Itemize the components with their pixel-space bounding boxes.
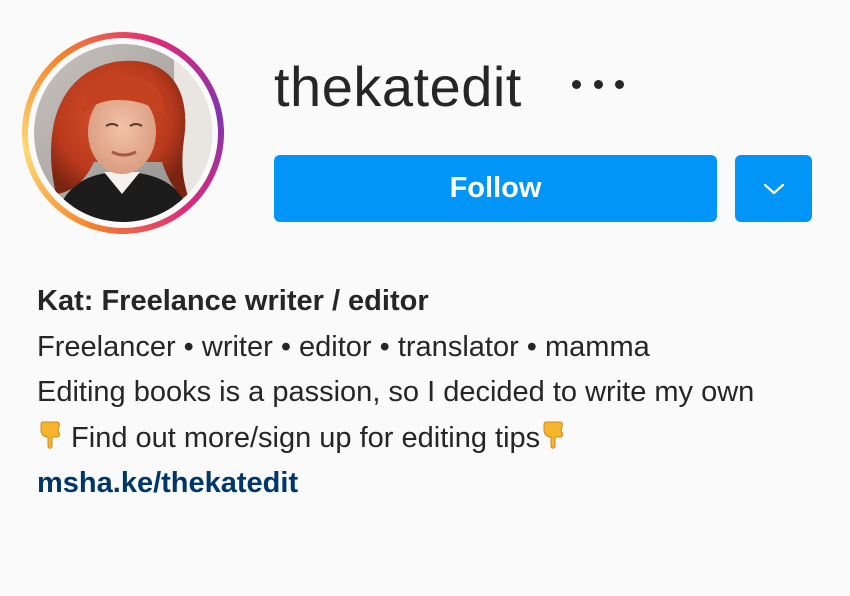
profile-bio: Kat: Freelance writer / editor Freelance… [37, 279, 827, 507]
bio-line: Editing books is a passion, so I decided… [37, 376, 755, 408]
suggested-accounts-dropdown-button[interactable] [735, 155, 812, 222]
follow-button[interactable]: Follow [274, 155, 717, 222]
bio-website-link[interactable]: msha.ke/thekatedit [37, 467, 298, 499]
chevron-down-icon [763, 183, 784, 194]
follow-button-label: Follow [449, 172, 542, 204]
bio-cta-text: Find out more/sign up for editing tips [63, 421, 541, 454]
profile-username: thekatedit [274, 55, 522, 118]
avatar[interactable] [34, 44, 212, 222]
avatar-story-ring[interactable] [22, 32, 224, 234]
pointing-down-emoji-icon [543, 421, 564, 449]
bio-line-cta: Find out more/sign up for editing tips [37, 416, 827, 462]
more-dot [615, 79, 624, 89]
avatar-border [28, 38, 218, 228]
more-options-icon[interactable] [572, 76, 624, 92]
pointing-down-emoji-icon [40, 421, 60, 449]
more-dot [593, 79, 603, 89]
bio-line: Freelancer • writer • editor • translato… [37, 330, 650, 363]
bio-name: Kat: Freelance writer / editor [37, 285, 429, 317]
more-dot [572, 79, 581, 89]
